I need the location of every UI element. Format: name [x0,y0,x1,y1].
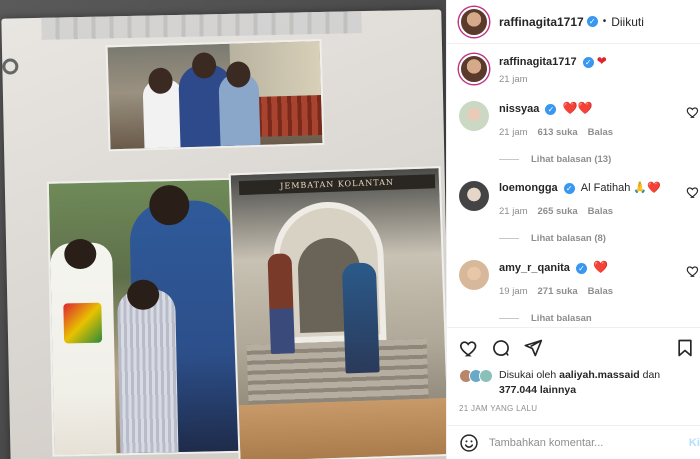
comment-likes[interactable]: 265 suka [538,206,578,217]
comment-username[interactable]: amy_r_qanita [499,262,570,274]
verified-badge-icon: ✓ [582,56,594,68]
caption: raffinagita1717 ✓ ❤ 21 jam [459,54,688,85]
caption-avatar[interactable] [459,54,489,84]
view-replies-button[interactable]: Lihat balasan (13) [499,154,688,165]
comment-avatar[interactable] [459,101,489,131]
building-photo-right: JEMBATAN KOLANTAN [228,166,446,459]
follow-status-button[interactable]: Diikuti [611,15,644,29]
comment-input[interactable] [489,436,659,449]
caption-username[interactable]: raffinagita1717 [499,56,577,68]
caption-text: ❤ [596,54,607,68]
family-photo-top [105,39,325,152]
likes-count[interactable]: 377.044 lainnya [499,384,576,396]
author-username[interactable]: raffinagita1717 [499,15,584,29]
like-heart-icon[interactable] [459,338,479,358]
view-replies-label: Lihat balasan (13) [531,154,612,165]
comment-likes[interactable]: 613 suka [538,127,578,138]
post-comment-button[interactable]: Kirim [689,437,700,449]
post-header: raffinagita1717 ✓ • Diikuti [447,0,700,44]
comments-list[interactable]: raffinagita1717 ✓ ❤ 21 jam nissyaa ✓ ❤️❤… [447,44,700,326]
comment-time[interactable]: 21 jam [499,127,528,138]
comment-item: nissyaa ✓ ❤️❤️ 21 jam 613 suka Balas [459,101,699,138]
view-replies-button[interactable]: Lihat balasan (8) [499,233,688,244]
verified-badge-icon: ✓ [563,182,575,194]
album-ring [2,58,19,75]
comment-avatar[interactable] [459,181,489,211]
add-comment-bar: Kirim [447,425,700,459]
likes-prefix: Disukai oleh [499,369,560,381]
author-avatar[interactable] [459,6,489,37]
action-bar [447,328,700,368]
like-comment-heart-icon[interactable] [686,105,700,119]
post-image[interactable]: JEMBATAN KOLANTAN [0,0,446,459]
reply-button[interactable]: Balas [588,286,613,297]
comment-text: ❤️❤️ [562,101,593,115]
share-paper-plane-icon[interactable] [523,338,543,358]
comment-item: amy_r_qanita ✓ ❤️ 19 jam 271 suka Balas [459,260,699,297]
like-comment-heart-icon[interactable] [686,185,700,199]
comment-username[interactable]: loemongga [499,182,558,194]
reply-button[interactable]: Balas [588,127,613,138]
comment-likes[interactable]: 271 suka [538,286,578,297]
liker-avatars [459,369,493,383]
view-replies-label: Lihat balasan (8) [531,233,606,244]
comment-username[interactable]: nissyaa [499,103,539,115]
comment-time[interactable]: 19 jam [499,286,528,297]
likes-summary[interactable]: Disukai oleh aaliyah.massaid dan 377.044… [447,368,700,398]
save-bookmark-icon[interactable] [675,338,695,358]
comment-item: loemongga ✓ Al Fatihah 🙏❤️ 21 jam 265 su… [459,181,699,217]
like-comment-heart-icon[interactable] [686,264,700,278]
verified-badge-icon: ✓ [576,262,587,274]
post-actions: Disukai oleh aaliyah.massaid dan 377.044… [447,327,700,459]
album-lace-edge [41,11,362,40]
building-sign: JEMBATAN KOLANTAN [238,174,436,196]
photo-album-page: JEMBATAN KOLANTAN [1,9,446,459]
emoji-smiley-icon[interactable] [459,433,479,453]
likes-middle: dan [639,369,661,381]
liker-username[interactable]: aaliyah.massaid [559,369,640,381]
comment-bubble-icon[interactable] [491,338,511,358]
family-photo-left [46,177,243,457]
comment-text: ❤️ [593,260,609,274]
comment-time[interactable]: 21 jam [499,206,528,217]
view-replies-button[interactable]: Lihat balasan [499,313,688,324]
verified-badge-icon: ✓ [586,16,598,27]
view-replies-label: Lihat balasan [531,313,592,324]
verified-badge-icon: ✓ [545,103,557,115]
comment-text: Al Fatihah 🙏❤️ [580,182,661,194]
comment-avatar[interactable] [459,260,489,290]
post-timestamp[interactable]: 21 JAM YANG LALU [447,398,700,413]
header-separator: • [602,16,607,27]
post-sidebar: raffinagita1717 ✓ • Diikuti raffinagita1… [446,0,700,459]
caption-time[interactable]: 21 jam [499,74,528,85]
reply-button[interactable]: Balas [588,206,613,217]
